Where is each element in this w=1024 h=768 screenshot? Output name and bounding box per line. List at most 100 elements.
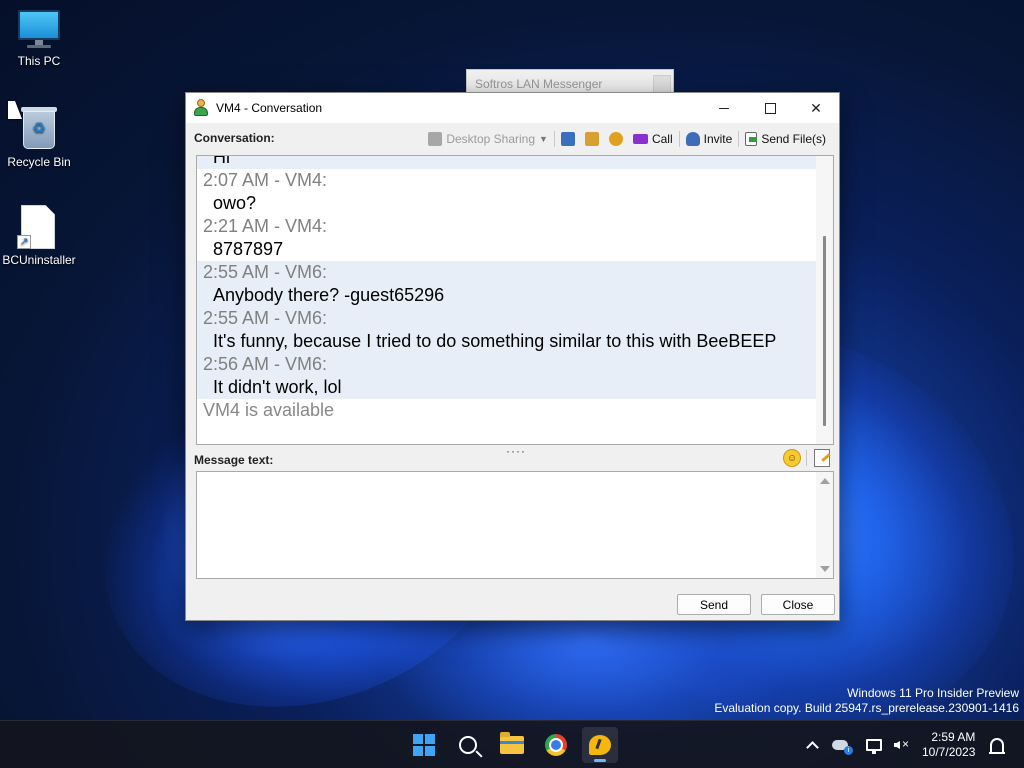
- scrollbar-thumb[interactable]: [823, 236, 826, 426]
- network-icon: [866, 739, 882, 754]
- user-info-icon: [584, 132, 599, 146]
- chrome-icon: [545, 734, 567, 756]
- clock-date: 10/7/2023: [922, 745, 976, 759]
- windows-watermark: Windows 11 Pro Insider Preview Evaluatio…: [714, 686, 1019, 716]
- search-icon: [459, 736, 477, 754]
- notifications-button[interactable]: [983, 729, 1011, 761]
- maximize-button[interactable]: [747, 93, 793, 123]
- window-title: Softros LAN Messenger: [475, 77, 603, 91]
- chevron-up-icon: [805, 741, 819, 754]
- message-header: 2:56 AM - VM6:: [203, 354, 328, 374]
- title-bar[interactable]: VM4 - Conversation ✕: [186, 93, 839, 123]
- start-button[interactable]: [406, 727, 442, 763]
- conversation-history[interactable]: Hi 2:07 AM - VM4: owo? 2:21 AM - VM4: 87…: [196, 155, 834, 445]
- close-window-button[interactable]: ✕: [793, 93, 839, 123]
- settings-button[interactable]: [604, 128, 628, 150]
- conversation-scrollbar[interactable]: [816, 156, 833, 444]
- desktop-icon-bcuninstaller[interactable]: ↗ BCUninstaller: [0, 205, 79, 267]
- shortcut-file-icon: ↗: [17, 205, 57, 249]
- cloud-icon: [832, 740, 853, 755]
- send-files-label: Send File(s): [761, 132, 826, 146]
- toolbar-separator: [806, 450, 807, 466]
- bell-icon: [989, 738, 1006, 754]
- desktop-icon-label: BCUninstaller: [2, 253, 76, 267]
- taskbar: 2:59 AM 10/7/2023: [0, 720, 1024, 768]
- message-header: 2:55 AM - VM6:: [203, 262, 328, 282]
- desktop-sharing-label: Desktop Sharing: [446, 132, 536, 146]
- minimize-button[interactable]: [701, 93, 747, 123]
- message-item: 2:55 AM - VM6: Anybody there? -guest6529…: [197, 261, 817, 399]
- onedrive-button[interactable]: [826, 729, 854, 761]
- invite-users-icon: [685, 132, 700, 146]
- message-input-box[interactable]: [196, 471, 834, 579]
- computer-icon: [17, 10, 61, 50]
- toolbar-separator: [553, 131, 555, 147]
- show-hidden-icons-button[interactable]: [798, 729, 826, 761]
- scroll-down-icon[interactable]: [820, 566, 830, 572]
- invite-label: Invite: [703, 132, 733, 146]
- message-text-label: Message text:: [194, 453, 274, 467]
- desktop-sharing-button[interactable]: Desktop Sharing ▼: [423, 128, 553, 150]
- message-header: 2:55 AM - VM6:: [203, 308, 328, 328]
- message-header: 2:07 AM - VM4:: [203, 170, 328, 190]
- folder-icon: [500, 732, 524, 754]
- chrome-button[interactable]: [538, 727, 574, 763]
- send-files-button[interactable]: Send File(s): [740, 128, 831, 150]
- message-body: Anybody there? -guest65296: [213, 285, 445, 305]
- desktop-icon-label: Recycle Bin: [7, 155, 71, 169]
- file-explorer-button[interactable]: [494, 727, 530, 763]
- pane-splitter-handle[interactable]: ····: [506, 444, 526, 458]
- search-button[interactable]: [450, 727, 486, 763]
- close-button[interactable]: Close: [761, 594, 835, 615]
- toolbar-separator: [738, 131, 740, 147]
- call-label: Call: [651, 132, 673, 146]
- chevron-down-icon: ▼: [539, 134, 548, 144]
- watermark-build: Evaluation copy. Build 25947.rs_prerelea…: [714, 701, 1019, 715]
- send-button[interactable]: Send: [677, 594, 751, 615]
- message-input-scrollbar[interactable]: [816, 472, 833, 578]
- smiley-icon: ☺: [786, 452, 798, 464]
- network-button[interactable]: [860, 729, 888, 761]
- user-info-button[interactable]: [580, 128, 604, 150]
- desktop-icon-label: This PC: [17, 54, 61, 68]
- message-item: 2:07 AM - VM4: owo?: [197, 169, 817, 215]
- call-button[interactable]: Call: [628, 128, 678, 150]
- message-body: It didn't work, lol: [213, 377, 342, 397]
- message-body: owo?: [213, 193, 257, 213]
- volume-button[interactable]: [888, 729, 916, 761]
- conversation-label: Conversation:: [194, 131, 275, 145]
- clock-time: 2:59 AM: [931, 730, 976, 744]
- history-button[interactable]: [556, 128, 580, 150]
- gear-icon: [608, 132, 623, 146]
- message-body: 8787897: [213, 239, 284, 259]
- message-list: Hi 2:07 AM - VM4: owo? 2:21 AM - VM4: 87…: [197, 155, 817, 422]
- video-camera-icon: [632, 134, 648, 144]
- toolbar-separator: [678, 131, 680, 147]
- history-icon: [560, 132, 575, 146]
- desktop-icon-this-pc[interactable]: This PC: [0, 10, 79, 68]
- user-icon: [194, 99, 208, 117]
- presence-status: VM4 is available: [203, 400, 335, 420]
- softros-messenger-button[interactable]: [582, 727, 618, 763]
- invite-button[interactable]: Invite: [681, 128, 738, 150]
- formatting-button[interactable]: [814, 449, 830, 467]
- close-button[interactable]: [653, 75, 671, 93]
- watermark-edition: Windows 11 Pro Insider Preview: [847, 686, 1019, 700]
- desktop-sharing-icon: [428, 132, 443, 146]
- emoji-button[interactable]: ☺: [783, 449, 801, 467]
- messenger-icon: [589, 735, 611, 755]
- recycle-bin-icon: ♻: [19, 105, 59, 151]
- window-title: VM4 - Conversation: [216, 101, 323, 115]
- system-tray: 2:59 AM 10/7/2023: [798, 721, 1011, 768]
- message-item: Hi: [197, 155, 817, 169]
- message-body: Hi: [213, 155, 230, 167]
- message-input[interactable]: [197, 472, 817, 578]
- message-item: 2:21 AM - VM4: 8787897: [197, 215, 817, 261]
- message-body: It's funny, because I tried to do someth…: [213, 331, 777, 351]
- windows-logo-icon: [413, 734, 435, 756]
- clock[interactable]: 2:59 AM 10/7/2023: [922, 730, 975, 760]
- conversation-toolbar: Desktop Sharing ▼ Call Invite Send File(…: [423, 128, 831, 150]
- mouse-cursor-icon: [8, 101, 22, 119]
- scroll-up-icon[interactable]: [820, 478, 830, 484]
- conversation-window[interactable]: VM4 - Conversation ✕ Conversation: Deskt…: [185, 92, 840, 621]
